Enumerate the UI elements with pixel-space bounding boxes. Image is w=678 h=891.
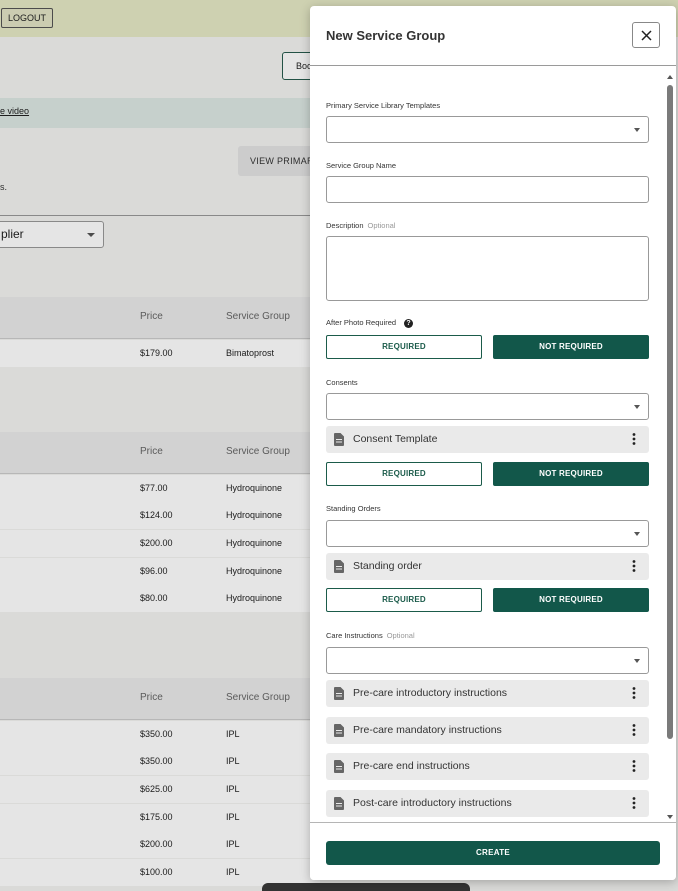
chip-label: Pre-care end instructions (353, 760, 470, 772)
more-vertical-icon[interactable] (632, 760, 636, 772)
dialog-title: New Service Group (326, 28, 446, 43)
care-instruction-chip[interactable]: Pre-care introductory instructions (326, 680, 649, 707)
chip-label: Pre-care mandatory instructions (353, 724, 502, 736)
after-photo-label: After Photo Required? (326, 318, 414, 328)
help-icon[interactable]: ? (404, 318, 414, 328)
consents-label: Consents (326, 378, 358, 387)
chevron-down-icon (634, 532, 640, 536)
chevron-down-icon (634, 405, 640, 409)
create-button[interactable]: CREATE (326, 841, 660, 865)
scroll-up-arrow-icon[interactable] (667, 75, 673, 79)
description-textarea[interactable] (326, 236, 649, 301)
scroll-down-arrow-icon[interactable] (667, 815, 673, 819)
document-icon (334, 760, 344, 773)
chip-label: Consent Template (353, 433, 438, 445)
scrollbar-thumb[interactable] (667, 85, 673, 739)
dialog-header: New Service Group (310, 6, 676, 66)
optional-tag: Optional (367, 221, 396, 230)
care-instruction-chip[interactable]: Post-care introductory instructions (326, 790, 649, 817)
more-vertical-icon[interactable] (632, 560, 636, 572)
chip-label: Post-care introductory instructions (353, 797, 512, 809)
standing-orders-not-required-button[interactable]: NOT REQUIRED (493, 588, 649, 612)
document-icon (334, 687, 344, 700)
more-vertical-icon[interactable] (632, 433, 636, 445)
toast-bar (262, 883, 470, 891)
chip-label: Standing order (353, 560, 422, 572)
care-instructions-label-text: Care Instructions (326, 631, 383, 640)
dialog-body: Primary Service Library Templates Servic… (310, 67, 676, 822)
optional-tag: Optional (386, 631, 415, 640)
consents-select[interactable] (326, 393, 649, 420)
document-icon (334, 560, 344, 573)
close-button[interactable] (632, 22, 660, 48)
description-label-text: Description (326, 221, 364, 230)
after-photo-label-text: After Photo Required (326, 318, 397, 327)
close-icon (641, 30, 652, 41)
chip-label: Pre-care introductory instructions (353, 687, 508, 699)
name-label: Service Group Name (326, 161, 397, 170)
standing-order-chip[interactable]: Standing order (326, 553, 649, 580)
new-service-group-dialog: New Service Group Primary Service Librar… (310, 6, 676, 880)
after-photo-required-button[interactable]: REQUIRED (326, 335, 482, 359)
chevron-down-icon (634, 659, 640, 663)
more-vertical-icon[interactable] (632, 797, 636, 809)
chevron-down-icon (634, 128, 640, 132)
more-vertical-icon[interactable] (632, 724, 636, 736)
consents-not-required-button[interactable]: NOT REQUIRED (493, 462, 649, 486)
care-instruction-chip[interactable]: Pre-care end instructions (326, 753, 649, 780)
consent-chip[interactable]: Consent Template (326, 426, 649, 453)
consents-required-button[interactable]: REQUIRED (326, 462, 482, 486)
dialog-footer: CREATE (310, 822, 676, 880)
scrollbar[interactable] (666, 75, 674, 819)
standing-orders-select[interactable] (326, 520, 649, 547)
service-group-name-input[interactable] (326, 176, 649, 203)
after-photo-not-required-button[interactable]: NOT REQUIRED (493, 335, 649, 359)
document-icon (334, 797, 344, 810)
care-instructions-label: Care Instructions Optional (326, 631, 415, 640)
care-instructions-select[interactable] (326, 647, 649, 674)
description-label: Description Optional (326, 221, 395, 230)
standing-orders-required-button[interactable]: REQUIRED (326, 588, 482, 612)
care-instruction-chip[interactable]: Pre-care mandatory instructions (326, 717, 649, 744)
standing-orders-label: Standing Orders (326, 504, 381, 513)
templates-label: Primary Service Library Templates (326, 101, 441, 110)
templates-select[interactable] (326, 116, 649, 143)
document-icon (334, 433, 344, 446)
document-icon (334, 724, 344, 737)
more-vertical-icon[interactable] (632, 687, 636, 699)
